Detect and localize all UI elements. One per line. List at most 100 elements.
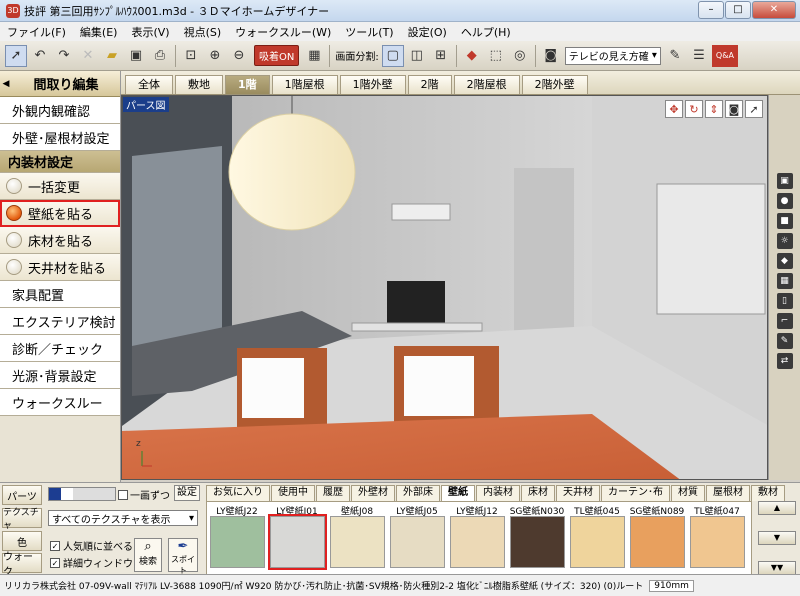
tab-wallpaper[interactable]: 壁紙 <box>441 485 475 501</box>
texture-swatch[interactable]: LY壁紙J12 <box>447 504 507 576</box>
search-button[interactable]: ⌕ 検索 <box>134 538 162 572</box>
tab-2f[interactable]: 2階 <box>407 75 452 94</box>
texture-filter-select[interactable]: すべてのテクスチャを表示 ▾ <box>48 510 198 526</box>
setting-button[interactable]: 設定 <box>174 485 200 501</box>
delete-icon[interactable]: ✕ <box>77 45 99 67</box>
menu-viewpoint[interactable]: 視点(S) <box>177 24 229 40</box>
cube-icon[interactable]: ⬚ <box>485 45 507 67</box>
zoom-out-icon[interactable]: ⊖ <box>228 45 250 67</box>
sidebar-section-interior[interactable]: 内装材設定 <box>0 151 120 173</box>
open-folder-icon[interactable]: ▰ <box>101 45 123 67</box>
sidebar-item-wall-roof[interactable]: 外壁･屋根材設定 <box>0 124 120 151</box>
menu-view[interactable]: 表示(V) <box>124 24 176 40</box>
shape-icon[interactable]: ◆ <box>776 253 793 269</box>
move-icon[interactable]: ⇄ <box>776 353 793 369</box>
tab-walk[interactable]: ウォーク <box>2 552 42 578</box>
texture-swatch[interactable]: SG壁紙N030 <box>507 504 567 576</box>
tool-icon[interactable]: ✎ <box>776 333 793 349</box>
tab-parts[interactable]: パーツ <box>2 485 42 505</box>
tab-2f-wall[interactable]: 2階外壁 <box>521 75 588 94</box>
sidebar-item-wallpaper[interactable]: 壁紙を貼る <box>0 200 120 227</box>
scroll-down-icon[interactable]: ▼ <box>758 531 796 545</box>
tab-interior[interactable]: 内装材 <box>476 485 520 501</box>
tab-1f-wall[interactable]: 1階外壁 <box>339 75 406 94</box>
target-icon[interactable]: ◎ <box>509 45 531 67</box>
scroll-end-icon[interactable]: ▼▼ <box>758 561 796 575</box>
sidebar-item-ceiling[interactable]: 天井材を貼る <box>0 254 120 281</box>
split-four-icon[interactable]: ⊞ <box>430 45 452 67</box>
tab-history[interactable]: 履歴 <box>316 485 350 501</box>
tab-flooring[interactable]: 床材 <box>521 485 555 501</box>
move-updown-icon[interactable]: ⇕ <box>705 100 723 118</box>
menu-edit[interactable]: 編集(E) <box>73 24 125 40</box>
tab-all[interactable]: 全体 <box>125 75 173 94</box>
tab-roof[interactable]: 屋根材 <box>706 485 750 501</box>
undo-icon[interactable]: ↶ <box>29 45 51 67</box>
collapse-left-icon[interactable]: ◀ <box>0 79 12 89</box>
sidebar-item-diagnosis[interactable]: 診断／チェック <box>0 335 120 362</box>
tab-site[interactable]: 敷地 <box>175 75 223 94</box>
rotate-icon[interactable]: ↻ <box>685 100 703 118</box>
one-screen-checkbox[interactable] <box>118 489 128 500</box>
eyedropper-button[interactable]: ✒ スポイト <box>168 538 198 575</box>
door-icon[interactable]: ▯ <box>776 293 793 309</box>
save-icon[interactable]: ▣ <box>125 45 147 67</box>
tv-view-select[interactable]: テレビの見え方確 ▾ <box>564 46 661 65</box>
sidebar-item-furniture[interactable]: 家具配置 <box>0 281 120 308</box>
print-icon[interactable]: ⎙ <box>149 45 171 67</box>
sphere-icon[interactable]: ● <box>776 193 793 209</box>
texture-swatch[interactable]: TL壁紙047 <box>687 504 747 576</box>
zoom-in-icon[interactable]: ⊕ <box>204 45 226 67</box>
size-slider[interactable] <box>48 487 116 501</box>
texture-swatch[interactable]: 壁紙J08 <box>327 504 387 576</box>
light-icon[interactable]: ☼ <box>776 233 793 249</box>
menu-tools[interactable]: ツール(T) <box>338 24 400 40</box>
sidebar-header[interactable]: ◀ 間取り編集 <box>0 71 120 97</box>
cube-view-icon[interactable]: ▣ <box>776 173 793 189</box>
sidebar-item-bulk-change[interactable]: 一括変更 <box>0 173 120 200</box>
texture-swatch[interactable]: LY壁紙J22 <box>207 504 267 576</box>
stair-icon[interactable]: ⌐ <box>776 313 793 329</box>
sidebar-item-floor[interactable]: 床材を貼る <box>0 227 120 254</box>
tab-1f-roof[interactable]: 1階屋根 <box>271 75 338 94</box>
paint-icon[interactable]: ◆ <box>461 45 483 67</box>
box-icon[interactable]: ■ <box>776 213 793 229</box>
close-button[interactable]: ✕ <box>752 1 796 19</box>
sidebar-item-walkthrough[interactable]: ウォークスルー <box>0 389 120 416</box>
texture-swatch[interactable]: LY壁紙J05 <box>387 504 447 576</box>
texture-swatch[interactable]: LY壁紙J01 <box>267 504 327 576</box>
minimize-button[interactable]: – <box>698 1 724 19</box>
sort-popular-checkbox[interactable]: ✓ <box>50 540 60 551</box>
sidebar-item-exterior-interior[interactable]: 外観内観確認 <box>0 97 120 124</box>
tab-paving[interactable]: 敷材 <box>751 485 785 501</box>
perspective-viewport[interactable]: パース図 ✥ ↻ ⇕ ◙ ➚ z <box>121 95 768 480</box>
select-arrow-icon[interactable]: ➚ <box>5 44 27 67</box>
camera-icon[interactable]: ◙ <box>540 45 562 67</box>
split-two-icon[interactable]: ◫ <box>406 45 428 67</box>
maximize-button[interactable]: □ <box>725 1 751 19</box>
texture-swatch[interactable]: SG壁紙N089 <box>627 504 687 576</box>
grid-icon[interactable]: ▦ <box>303 45 325 67</box>
tab-2f-roof[interactable]: 2階屋根 <box>453 75 520 94</box>
texture-icon[interactable]: ▦ <box>776 273 793 289</box>
sidebar-item-light[interactable]: 光源･背景設定 <box>0 362 120 389</box>
texture-swatch[interactable]: TL壁紙045 <box>567 504 627 576</box>
sidebar-item-exterior[interactable]: エクステリア検討 <box>0 308 120 335</box>
pointer-icon[interactable]: ➚ <box>745 100 763 118</box>
tab-ceiling[interactable]: 天井材 <box>556 485 600 501</box>
tab-in-use[interactable]: 使用中 <box>271 485 315 501</box>
tab-curtain[interactable]: カーテン･布 <box>601 485 670 501</box>
snap-toggle-button[interactable]: 吸着ON <box>254 45 300 66</box>
tab-exterior-floor[interactable]: 外部床 <box>396 485 440 501</box>
list-icon[interactable]: ☰ <box>688 45 710 67</box>
tab-1f[interactable]: 1階 <box>225 75 270 94</box>
tab-exterior-wall[interactable]: 外壁材 <box>351 485 395 501</box>
menu-settings[interactable]: 設定(O) <box>401 24 454 40</box>
help-qa-icon[interactable]: Q&A <box>711 44 738 67</box>
menu-help[interactable]: ヘルプ(H) <box>454 24 518 40</box>
tab-texture[interactable]: テクスチャ <box>2 508 42 531</box>
tab-favorites[interactable]: お気に入り <box>206 485 270 501</box>
menu-file[interactable]: ファイル(F) <box>0 24 73 40</box>
pan-icon[interactable]: ✥ <box>665 100 683 118</box>
scroll-up-icon[interactable]: ▲ <box>758 501 796 515</box>
